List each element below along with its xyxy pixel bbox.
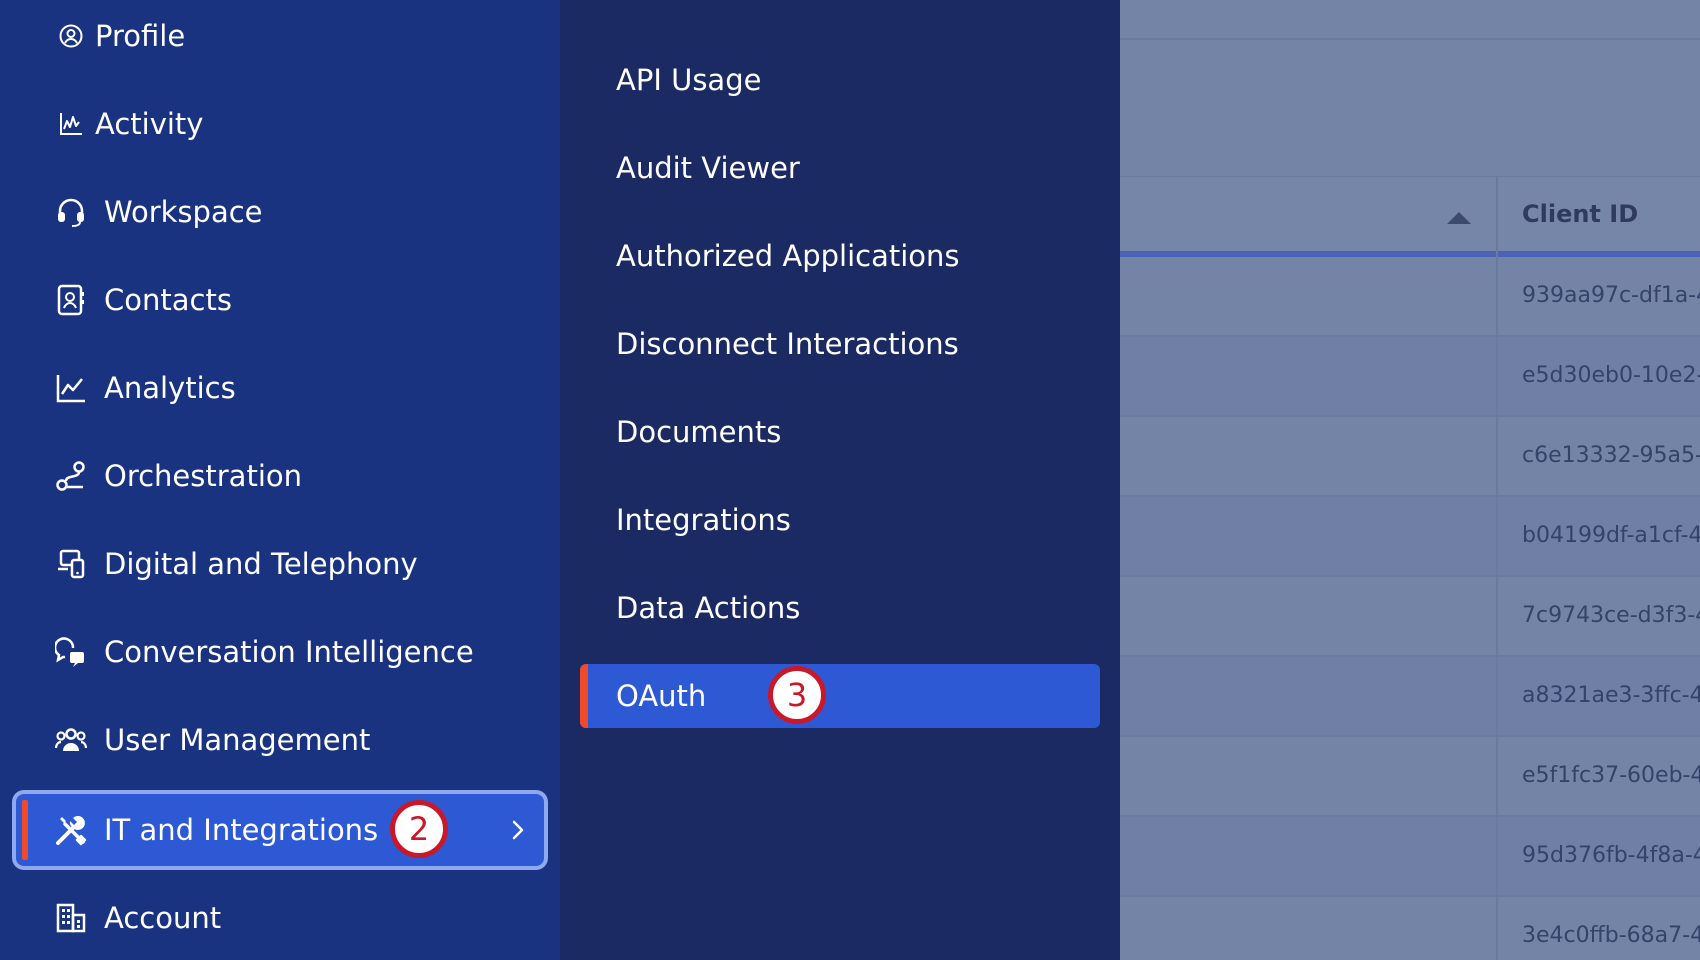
nav-item-profile[interactable]: Profile [0, 0, 560, 72]
sub-item-label: API Usage [616, 63, 762, 97]
activity-icon [54, 107, 88, 141]
sub-item-authorized-applications[interactable]: Authorized Applications [560, 224, 1120, 288]
table-row: 95d376fb-4f8a-4 [1120, 817, 1700, 897]
nav-item-label: Activity [95, 107, 204, 141]
sub-item-oauth[interactable]: OAuth [580, 664, 1100, 728]
conversation-icon [54, 635, 88, 669]
nav-item-label: Account [104, 901, 222, 935]
column-header-client-id: Client ID [1522, 200, 1639, 228]
analytics-icon [54, 371, 88, 405]
table-row: c6e13332-95a5- [1120, 417, 1700, 497]
table-row: b04199df-a1cf-4 [1120, 497, 1700, 577]
nav-item-it-integrations[interactable]: IT and Integrations [16, 794, 544, 866]
sub-item-integrations[interactable]: Integrations [560, 488, 1120, 552]
client-id-cell: e5d30eb0-10e2- [1522, 363, 1700, 388]
sub-item-api-usage[interactable]: API Usage [560, 48, 1120, 112]
nav-item-label: Workspace [104, 195, 263, 229]
table-row: 7c9743ce-d3f3-4 [1120, 577, 1700, 657]
table-row: e5f1fc37-60eb-4 [1120, 737, 1700, 817]
secondary-nav: API Usage Audit Viewer Authorized Applic… [560, 0, 1120, 960]
nav-item-label: Contacts [104, 283, 232, 317]
sub-item-label: Audit Viewer [616, 151, 800, 185]
client-id-cell: 7c9743ce-d3f3-4 [1522, 603, 1700, 628]
sub-item-data-actions[interactable]: Data Actions [560, 576, 1120, 640]
contacts-icon [54, 283, 88, 317]
sub-item-label: Disconnect Interactions [616, 327, 959, 361]
nav-item-label: Orchestration [104, 459, 303, 493]
chevron-right-icon [504, 816, 532, 844]
nav-item-user-management[interactable]: User Management [0, 704, 560, 776]
nav-item-orchestration[interactable]: Orchestration [0, 440, 560, 512]
sub-item-disconnect-interactions[interactable]: Disconnect Interactions [560, 312, 1120, 376]
table-row: e5d30eb0-10e2- [1120, 337, 1700, 417]
nav-item-label: User Management [104, 723, 371, 757]
background-table-area: Client ID 939aa97c-df1a-4 e5d30eb0-10e2-… [1120, 0, 1700, 960]
step-badge-2: 2 [390, 800, 448, 858]
sub-item-label: OAuth [616, 679, 707, 713]
nav-item-label: Profile [95, 19, 186, 53]
client-id-cell: 939aa97c-df1a-4 [1522, 283, 1700, 308]
sub-item-audit-viewer[interactable]: Audit Viewer [560, 136, 1120, 200]
sub-item-label: Integrations [616, 503, 791, 537]
client-id-cell: 95d376fb-4f8a-4 [1522, 843, 1700, 868]
users-icon [54, 723, 88, 757]
nav-item-workspace[interactable]: Workspace [0, 176, 560, 248]
client-id-cell: b04199df-a1cf-4 [1522, 523, 1700, 548]
client-id-cell: e5f1fc37-60eb-4 [1522, 763, 1700, 788]
sub-item-label: Documents [616, 415, 782, 449]
table-row: 3e4c0ffb-68a7-4 [1120, 897, 1700, 960]
sub-item-label: Authorized Applications [616, 239, 960, 273]
nav-item-label: Conversation Intelligence [104, 635, 474, 669]
nav-item-activity[interactable]: Activity [0, 88, 560, 160]
orchestration-icon [54, 459, 88, 493]
nav-item-label: Digital and Telephony [104, 547, 418, 581]
sub-item-documents[interactable]: Documents [560, 400, 1120, 464]
sort-ascending-icon [1447, 212, 1471, 224]
nav-item-account[interactable]: Account [0, 882, 560, 954]
table-row: 939aa97c-df1a-4 [1120, 257, 1700, 337]
step-badge-3: 3 [768, 666, 826, 724]
devices-icon [54, 547, 88, 581]
nav-item-label: IT and Integrations [104, 813, 379, 847]
headset-icon [54, 195, 88, 229]
client-id-cell: c6e13332-95a5- [1522, 443, 1700, 468]
tools-icon [54, 813, 88, 847]
column-divider [1496, 176, 1498, 960]
client-id-cell: 3e4c0ffb-68a7-4 [1522, 923, 1700, 948]
primary-nav: Profile Activity Workspace Contacts Anal… [0, 0, 560, 960]
building-icon [54, 901, 88, 935]
active-indicator [580, 664, 588, 728]
table-row: a8321ae3-3ffc-4 [1120, 657, 1700, 737]
background-toolbar [1120, 0, 1700, 40]
nav-item-conversation-intelligence[interactable]: Conversation Intelligence [0, 616, 560, 688]
nav-item-label: Analytics [104, 371, 236, 405]
nav-item-analytics[interactable]: Analytics [0, 352, 560, 424]
nav-item-digital-telephony[interactable]: Digital and Telephony [0, 528, 560, 600]
profile-icon [54, 19, 88, 53]
sub-item-label: Data Actions [616, 591, 801, 625]
client-id-cell: a8321ae3-3ffc-4 [1522, 683, 1700, 708]
nav-item-contacts[interactable]: Contacts [0, 264, 560, 336]
active-indicator [22, 800, 28, 860]
